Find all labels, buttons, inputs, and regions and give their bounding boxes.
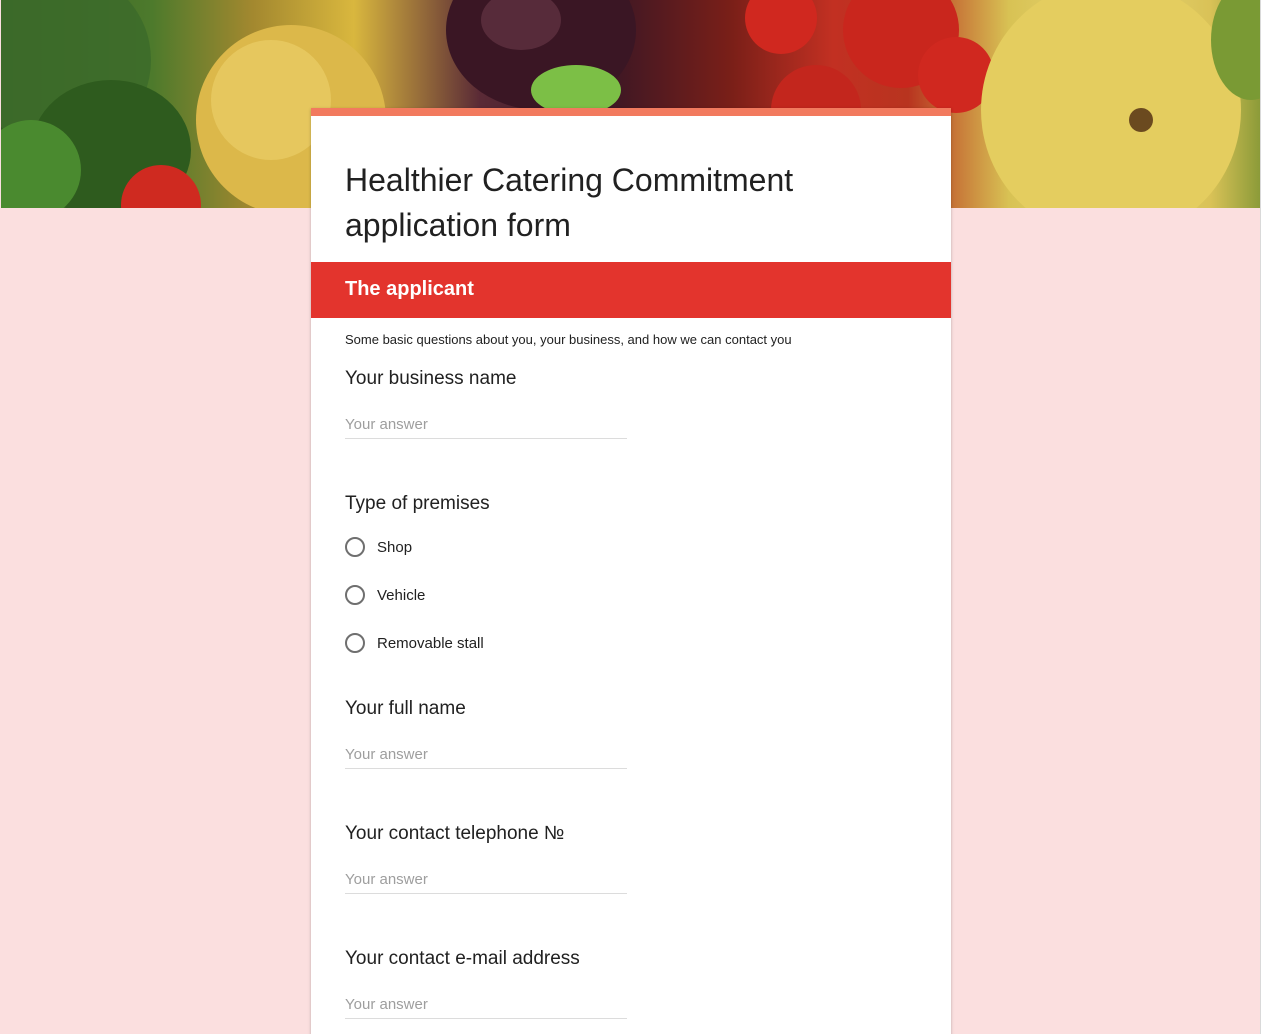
question-label: Your full name bbox=[345, 698, 466, 719]
form-page: Healthier Catering Commitment applicatio… bbox=[0, 0, 1268, 1034]
form-title: Healthier Catering Commitment applicatio… bbox=[345, 162, 794, 243]
radio-button[interactable] bbox=[345, 633, 365, 653]
section-title: The applicant bbox=[345, 278, 474, 300]
telephone-input[interactable]: Your answer bbox=[345, 867, 627, 894]
input-placeholder: Your answer bbox=[345, 871, 428, 888]
question-email: Your contact e-mail address Your answer bbox=[345, 948, 905, 1028]
question-label: Your contact telephone № bbox=[345, 823, 565, 844]
question-label: Type of premises bbox=[345, 493, 490, 514]
radio-label: Vehicle bbox=[377, 586, 426, 604]
radio-option-shop[interactable]: Shop bbox=[345, 535, 412, 559]
question-telephone: Your contact telephone № Your answer bbox=[345, 823, 905, 903]
email-input[interactable]: Your answer bbox=[345, 992, 627, 1019]
question-label: Your contact e-mail address bbox=[345, 948, 580, 969]
radio-button[interactable] bbox=[345, 585, 365, 605]
question-full-name: Your full name Your answer bbox=[345, 698, 905, 778]
section-description: Some basic questions about you, your bus… bbox=[345, 332, 792, 347]
question-premises-type: Type of premises Shop Vehicle Removable … bbox=[345, 493, 905, 653]
question-label: Your business name bbox=[345, 368, 517, 389]
window-edge bbox=[1260, 0, 1268, 1034]
radio-option-vehicle[interactable]: Vehicle bbox=[345, 583, 425, 607]
business-name-input[interactable]: Your answer bbox=[345, 412, 627, 439]
card-accent-bar bbox=[311, 108, 951, 116]
radio-button[interactable] bbox=[345, 537, 365, 557]
section-header: The applicant bbox=[311, 262, 951, 318]
input-placeholder: Your answer bbox=[345, 746, 428, 763]
radio-option-removable-stall[interactable]: Removable stall bbox=[345, 631, 484, 655]
form-card: Healthier Catering Commitment applicatio… bbox=[311, 108, 951, 1034]
radio-label: Shop bbox=[377, 538, 413, 556]
question-business-name: Your business name Your answer bbox=[345, 368, 905, 448]
input-placeholder: Your answer bbox=[345, 996, 428, 1013]
full-name-input[interactable]: Your answer bbox=[345, 742, 627, 769]
radio-label: Removable stall bbox=[377, 634, 484, 652]
input-placeholder: Your answer bbox=[345, 416, 428, 433]
